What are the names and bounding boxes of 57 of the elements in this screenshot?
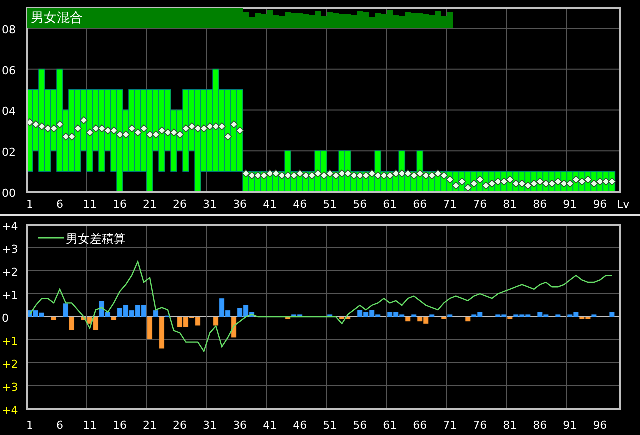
axis-label: 66	[413, 419, 428, 432]
axis-label: 96	[593, 198, 608, 211]
axis-label: 86	[533, 419, 548, 432]
axis-label: 0	[2, 312, 9, 325]
axis-label: 02	[2, 146, 16, 160]
axis-label: 61	[383, 419, 398, 432]
axis-label: 91	[563, 419, 578, 432]
axis-label: 61	[383, 198, 398, 211]
axis-label: +2	[2, 266, 18, 279]
axis-label: 86	[533, 198, 548, 211]
axis-label: 06	[2, 64, 16, 78]
axis-label: 26	[173, 419, 188, 432]
axis-label: 51	[323, 198, 338, 211]
axis-label: 41	[263, 419, 278, 432]
axis-label: 71	[443, 419, 458, 432]
axis-label: 36	[233, 419, 248, 432]
axis-label: 16	[113, 419, 128, 432]
axis-label: +3	[2, 381, 18, 394]
axis-label: +4	[2, 220, 18, 233]
axis-label: 31	[203, 419, 218, 432]
axis-label: 51	[323, 419, 338, 432]
axis-label: 71	[443, 198, 458, 211]
axis-label: 46	[293, 419, 308, 432]
axis-label: 66	[413, 198, 428, 211]
axis-label: 31	[203, 198, 218, 211]
axis-label: 56	[353, 419, 368, 432]
axis-label: 76	[473, 198, 488, 211]
axis-label: +1	[2, 335, 18, 348]
axis-label: 1	[26, 198, 34, 211]
axis-label: 11	[83, 419, 98, 432]
chart-title: 男女混合	[31, 11, 83, 26]
legend-label: 男女差積算	[66, 232, 126, 246]
axis-label: 6	[56, 198, 64, 211]
axis-label: 81	[503, 419, 518, 432]
axis-label: 91	[563, 198, 578, 211]
axis-label: 56	[353, 198, 368, 211]
axis-label: 04	[2, 105, 16, 118]
axis-label: 36	[233, 198, 248, 211]
axis-title: Lv	[617, 198, 630, 211]
axis-label: +2	[2, 358, 18, 371]
axis-label: 76	[473, 419, 488, 432]
axis-label: 81	[503, 198, 518, 211]
axis-label: 00	[2, 187, 16, 200]
axis-label: 26	[173, 198, 188, 211]
axis-label: +1	[2, 289, 18, 302]
axis-label: 1	[26, 419, 34, 432]
axis-label: 16	[113, 198, 128, 211]
axis-label: 21	[143, 419, 158, 432]
axis-label: 08	[2, 23, 16, 36]
axis-label: 11	[83, 198, 98, 211]
axis-label: 21	[143, 198, 158, 211]
axis-label: 96	[593, 419, 608, 432]
axis-label: +3	[2, 243, 18, 256]
axis-label: 46	[293, 198, 308, 211]
axis-label: +4	[2, 404, 18, 417]
axis-label: 6	[56, 419, 64, 432]
axis-label: 41	[263, 198, 278, 211]
